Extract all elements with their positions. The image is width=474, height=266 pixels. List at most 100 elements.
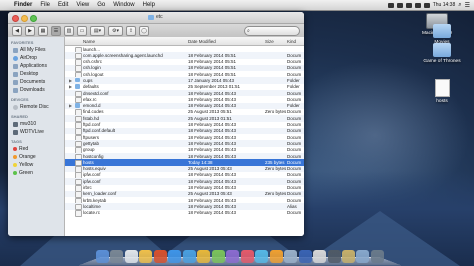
disclosure-triangle-icon[interactable]: ▶: [69, 103, 72, 108]
search-field[interactable]: ⌕: [244, 25, 300, 36]
file-date: 18 February 2014 05:51: [188, 52, 237, 58]
sidebar-item-downloads[interactable]: Downloads: [8, 86, 64, 94]
menu-window[interactable]: Window: [109, 2, 138, 8]
file-name: hosts: [83, 159, 94, 165]
file-row[interactable]: locate.rc 18 February 2014 05:43 Docum: [65, 210, 304, 217]
column-header-size[interactable]: Size: [265, 39, 274, 44]
dock-app-icon[interactable]: [255, 250, 269, 263]
dock-app-icon[interactable]: [96, 250, 109, 263]
sidebar-item-mw310[interactable]: mw310: [8, 120, 64, 128]
dock-app-icon[interactable]: [313, 250, 327, 263]
menu-help[interactable]: Help: [139, 2, 159, 8]
sidebar-item-wdtvlive[interactable]: WDTVLive: [8, 128, 64, 136]
file-name: hosts.equiv: [83, 166, 106, 172]
close-button[interactable]: [12, 15, 19, 22]
sidebar-tag-yellow[interactable]: Yellow: [8, 161, 64, 169]
file-name: group: [83, 147, 95, 153]
coverflow-button[interactable]: ▭: [77, 25, 87, 36]
share-button[interactable]: ⇪: [126, 25, 136, 36]
file-date: 18 February 2014 05:51: [188, 71, 237, 77]
arrange-button[interactable]: ▤▾: [90, 25, 105, 36]
sidebar-tag-red[interactable]: Red: [8, 145, 64, 153]
desktop-item-movies[interactable]: Movies: [420, 24, 464, 45]
file-name: ftpd.conf.default: [83, 128, 116, 134]
sidebar-item-airdrop[interactable]: AirDrop: [8, 54, 64, 62]
menu-edit[interactable]: Edit: [54, 2, 72, 8]
spotlight-icon[interactable]: ⌕: [458, 2, 461, 9]
window-titlebar[interactable]: etc: [8, 12, 304, 24]
volume-icon[interactable]: [414, 2, 421, 8]
menu-clock[interactable]: Thu 14:38: [433, 2, 456, 8]
file-date: 18 February 2014 05:43: [188, 122, 237, 128]
file-date: 18 February 2014 05:43: [188, 197, 237, 203]
menu-go[interactable]: Go: [93, 2, 109, 8]
desktop-item-hosts[interactable]: hosts: [420, 79, 464, 104]
dock-app-icon[interactable]: [269, 250, 283, 263]
dock-app-icon[interactable]: [356, 250, 370, 263]
zoom-button[interactable]: [30, 15, 37, 22]
file-kind: Docum: [287, 185, 302, 191]
action-button[interactable]: ⚙▾: [108, 25, 123, 36]
dock-app-icon[interactable]: [284, 250, 298, 263]
column-header-name[interactable]: Name: [83, 39, 95, 44]
sidebar-tag-orange[interactable]: Orange: [8, 153, 64, 161]
file-kind: Folder: [287, 103, 300, 109]
finder-window: etc ◀ ▶ ▦ ☰ ▥ ▭ ▤▾ ⚙▾ ⇪ ◯ ⌕ FAVORITES Al…: [8, 12, 304, 236]
sidebar-item-applications[interactable]: Applications: [8, 62, 64, 70]
sidebar-tag-green[interactable]: Green: [8, 169, 64, 177]
column-header-kind[interactable]: Kind: [287, 39, 296, 44]
dock-app-icon[interactable]: [110, 250, 124, 263]
sidebar-item-remote-disc[interactable]: Remote Disc: [8, 103, 64, 111]
disclosure-triangle-icon[interactable]: ▶: [69, 84, 72, 89]
dock-app-icon[interactable]: [298, 250, 312, 263]
desktop-item-game-of-thrones[interactable]: Game of Thrones: [420, 43, 464, 64]
sidebar-header-tags: TAGS: [11, 139, 22, 144]
tags-button[interactable]: ◯: [139, 25, 149, 36]
column-header-date[interactable]: Date Modified: [188, 39, 216, 44]
file-date: 18 February 2014 05:51: [188, 59, 237, 65]
column-view-button[interactable]: ▥: [64, 25, 74, 36]
dock-icons: [96, 250, 384, 263]
dock-app-icon[interactable]: [240, 250, 254, 263]
time-machine-icon[interactable]: [387, 2, 394, 8]
dock-app-icon[interactable]: [211, 250, 225, 263]
dock-app-icon[interactable]: [370, 250, 384, 263]
all-files-icon: [13, 47, 18, 53]
dock-app-icon[interactable]: [182, 250, 196, 263]
menu-file[interactable]: File: [36, 2, 54, 8]
file-kind: Docum: [287, 90, 302, 96]
disclosure-triangle-icon[interactable]: ▶: [69, 78, 72, 83]
sidebar-item-all-my-files[interactable]: All My Files: [8, 46, 64, 54]
back-button[interactable]: ◀: [12, 25, 22, 36]
icon-view-button[interactable]: ▦: [38, 25, 48, 36]
file-date: 17 January 2014 05:43: [188, 77, 235, 83]
sidebar-item-documents[interactable]: Documents: [8, 78, 64, 86]
file-kind: Docum: [287, 65, 302, 71]
menu-view[interactable]: View: [72, 2, 93, 8]
dock-app-icon[interactable]: [226, 250, 240, 263]
forward-button[interactable]: ▶: [25, 25, 35, 36]
dock-app-icon[interactable]: [168, 250, 182, 263]
file-date: 18 February 2014 05:43: [188, 153, 237, 159]
file-size: Zero bytes: [265, 109, 287, 115]
dock-app-icon[interactable]: [327, 250, 341, 263]
file-name: com.apple.screensharing.agent.launchd: [83, 52, 163, 58]
menu-finder[interactable]: Finder: [10, 2, 36, 8]
file-date: 18 February 2014 05:43: [188, 134, 237, 140]
dock-app-icon[interactable]: [124, 250, 138, 263]
wifi-icon[interactable]: [405, 2, 412, 8]
minimize-button[interactable]: [21, 15, 28, 22]
bluetooth-icon[interactable]: [396, 2, 403, 8]
file-name: dnsextd.conf: [83, 90, 109, 96]
dock-app-icon[interactable]: [153, 250, 167, 263]
sidebar-item-desktop[interactable]: Desktop: [8, 70, 64, 78]
file-list: launch... com.apple.screensharing.agent.l…: [65, 46, 304, 217]
list-view-button[interactable]: ☰: [51, 25, 61, 36]
notification-center-icon[interactable]: ☰: [465, 2, 470, 9]
battery-icon[interactable]: [423, 2, 430, 8]
dock-app-icon[interactable]: [197, 250, 211, 263]
dock-app-icon[interactable]: [139, 250, 153, 263]
file-kind: Folder: [287, 77, 300, 83]
orange-tag-icon: [13, 155, 17, 159]
dock-app-icon[interactable]: [341, 250, 355, 263]
